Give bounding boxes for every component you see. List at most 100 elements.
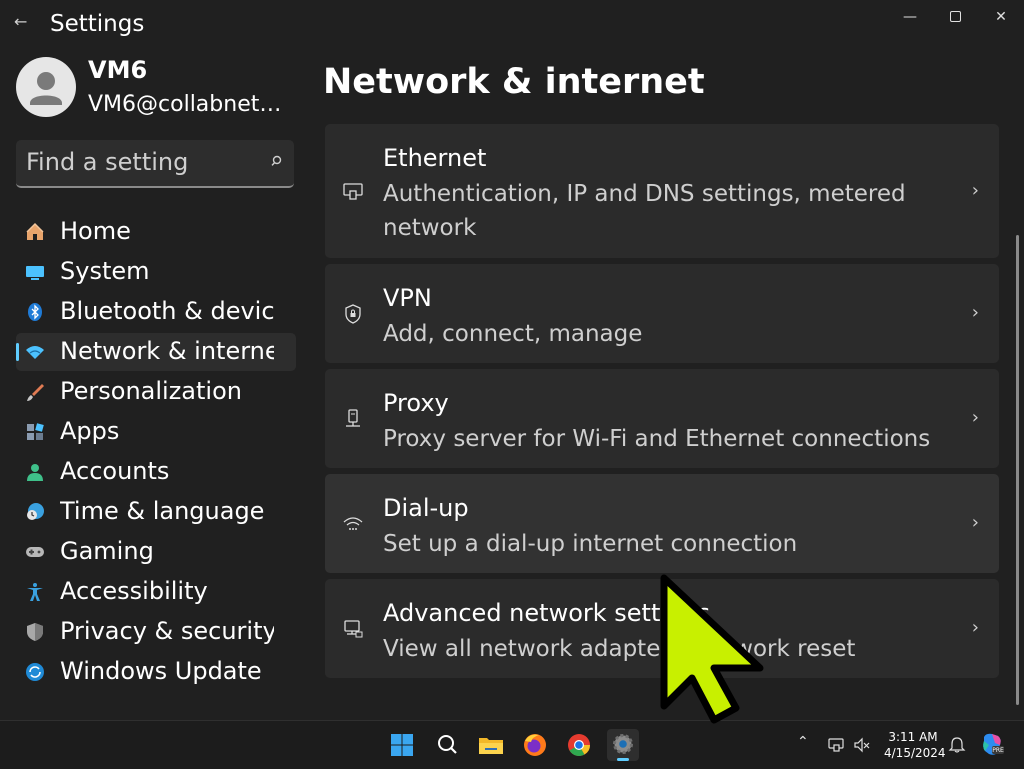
file-explorer-button[interactable]	[475, 729, 507, 761]
copilot-icon[interactable]: PRE	[980, 731, 1006, 757]
sidebar-item-accessibility[interactable]: Accessibility	[16, 573, 296, 611]
chevron-right-icon: ›	[971, 407, 979, 428]
avatar[interactable]	[16, 57, 76, 117]
sidebar-item-label: Network & internet	[60, 337, 274, 365]
gaming-icon	[26, 547, 44, 557]
clock-date: 4/15/2024	[884, 746, 946, 760]
active-indicator	[16, 343, 19, 361]
sidebar-item-time-language[interactable]: Time & language	[16, 493, 296, 531]
card-title: Ethernet	[383, 144, 487, 172]
accounts-icon	[27, 464, 43, 481]
card-title: Proxy	[383, 389, 449, 417]
sidebar-item-home[interactable]: Home	[16, 213, 296, 251]
minimize-button[interactable]: —	[890, 6, 930, 28]
active-app-indicator	[617, 758, 629, 761]
apps-icon	[27, 423, 44, 440]
firefox-icon	[524, 734, 546, 756]
search-input[interactable]	[26, 148, 256, 176]
sidebar-item-label: Apps	[60, 417, 120, 445]
sidebar-item-label: Gaming	[60, 537, 154, 565]
vpn-shield-icon	[345, 304, 361, 324]
sidebar-item-windows-update[interactable]: Windows Update	[16, 653, 296, 691]
sidebar-item-label: System	[60, 257, 150, 285]
shield-icon	[27, 623, 43, 641]
svg-text:PRE: PRE	[992, 747, 1004, 754]
sidebar-item-accounts[interactable]: Accounts	[16, 453, 296, 491]
chevron-right-icon: ›	[971, 180, 979, 201]
ethernet-card[interactable]: Ethernet Authentication, IP and DNS sett…	[325, 124, 999, 258]
restore-icon	[949, 11, 961, 22]
search-icon	[438, 735, 457, 754]
ethernet-icon	[343, 183, 363, 200]
user-name: VM6	[88, 56, 148, 84]
clock[interactable]: 3:11 AM 4/15/2024	[884, 729, 946, 761]
sidebar-item-label: Home	[60, 217, 131, 245]
app-title: Settings	[50, 11, 145, 37]
file-explorer-icon	[479, 738, 503, 754]
card-title: VPN	[383, 284, 432, 312]
sidebar-nav: Home System Bluetooth & devices Network …	[16, 213, 296, 693]
volume-muted-icon[interactable]	[853, 736, 871, 754]
maximize-button[interactable]	[935, 6, 975, 28]
chevron-right-icon: ›	[971, 617, 979, 638]
sidebar-item-label: Accessibility	[60, 577, 208, 605]
chevron-right-icon: ›	[971, 302, 979, 323]
advanced-network-icon	[344, 620, 363, 638]
sidebar-item-apps[interactable]: Apps	[16, 413, 296, 451]
chrome-icon	[568, 734, 590, 756]
clock-time: 3:11 AM	[888, 730, 938, 744]
taskbar-search-button[interactable]	[431, 729, 463, 761]
sidebar-item-label: Personalization	[60, 377, 242, 405]
settings-icon	[613, 734, 633, 754]
notification-bell-icon[interactable]	[948, 736, 966, 754]
mouse-pointer-icon	[660, 574, 764, 724]
sidebar-item-label: Time & language	[60, 497, 265, 525]
proxy-card[interactable]: Proxy Proxy server for Wi-Fi and Etherne…	[325, 369, 999, 468]
network-icon	[26, 346, 44, 359]
bluetooth-icon	[28, 303, 42, 321]
sidebar-item-system[interactable]: System	[16, 253, 296, 291]
scrollbar[interactable]	[1016, 235, 1019, 705]
home-icon	[26, 222, 44, 240]
chrome-button[interactable]	[563, 729, 595, 761]
chevron-up-icon[interactable]: ⌃	[797, 734, 809, 750]
sidebar-item-network[interactable]: Network & internet	[16, 333, 296, 371]
brush-icon	[27, 384, 44, 401]
back-arrow-icon[interactable]: ←	[14, 12, 27, 31]
taskbar: ⌃ 3:11 AM 4/15/2024 PRE	[0, 720, 1024, 769]
sidebar-item-privacy[interactable]: Privacy & security	[16, 613, 296, 651]
card-description: Proxy server for Wi-Fi and Ethernet conn…	[383, 426, 931, 452]
card-description: Authentication, IP and DNS settings, met…	[383, 181, 906, 241]
system-icon	[26, 266, 44, 280]
title-bar: ← Settings — ✕	[0, 0, 1024, 52]
sidebar-item-personalization[interactable]: Personalization	[16, 373, 296, 411]
sidebar-item-label: Windows Update	[60, 657, 262, 685]
start-icon	[391, 734, 413, 756]
chevron-right-icon: ›	[971, 512, 979, 533]
ethernet-tray-icon[interactable]	[828, 736, 846, 754]
card-description: Add, connect, manage	[383, 321, 643, 347]
sidebar-item-bluetooth[interactable]: Bluetooth & devices	[16, 293, 296, 331]
user-silhouette-icon	[30, 72, 62, 105]
sidebar-item-label: Privacy & security	[60, 617, 274, 645]
time-language-icon	[27, 503, 44, 520]
search-icon[interactable]	[270, 154, 284, 168]
dial-up-icon	[343, 517, 363, 530]
sidebar-item-label: Bluetooth & devices	[60, 297, 274, 325]
sidebar-item-gaming[interactable]: Gaming	[16, 533, 296, 571]
dial-up-card[interactable]: Dial-up Set up a dial-up internet connec…	[325, 474, 999, 573]
vpn-card[interactable]: VPN Add, connect, manage ›	[325, 264, 999, 363]
settings-taskbar-button[interactable]	[607, 729, 639, 761]
page-title: Network & internet	[323, 62, 705, 102]
sidebar-item-label: Accounts	[60, 457, 170, 485]
update-icon	[26, 663, 44, 681]
firefox-button[interactable]	[519, 729, 551, 761]
start-button[interactable]	[386, 729, 418, 761]
search-box[interactable]	[16, 140, 294, 188]
card-title: Dial-up	[383, 494, 469, 522]
proxy-icon	[346, 409, 360, 427]
close-button[interactable]: ✕	[981, 6, 1021, 28]
card-description: Set up a dial-up internet connection	[383, 531, 798, 557]
accessibility-icon	[27, 583, 43, 601]
user-email: VM6@collabnetwork.com	[88, 92, 288, 117]
